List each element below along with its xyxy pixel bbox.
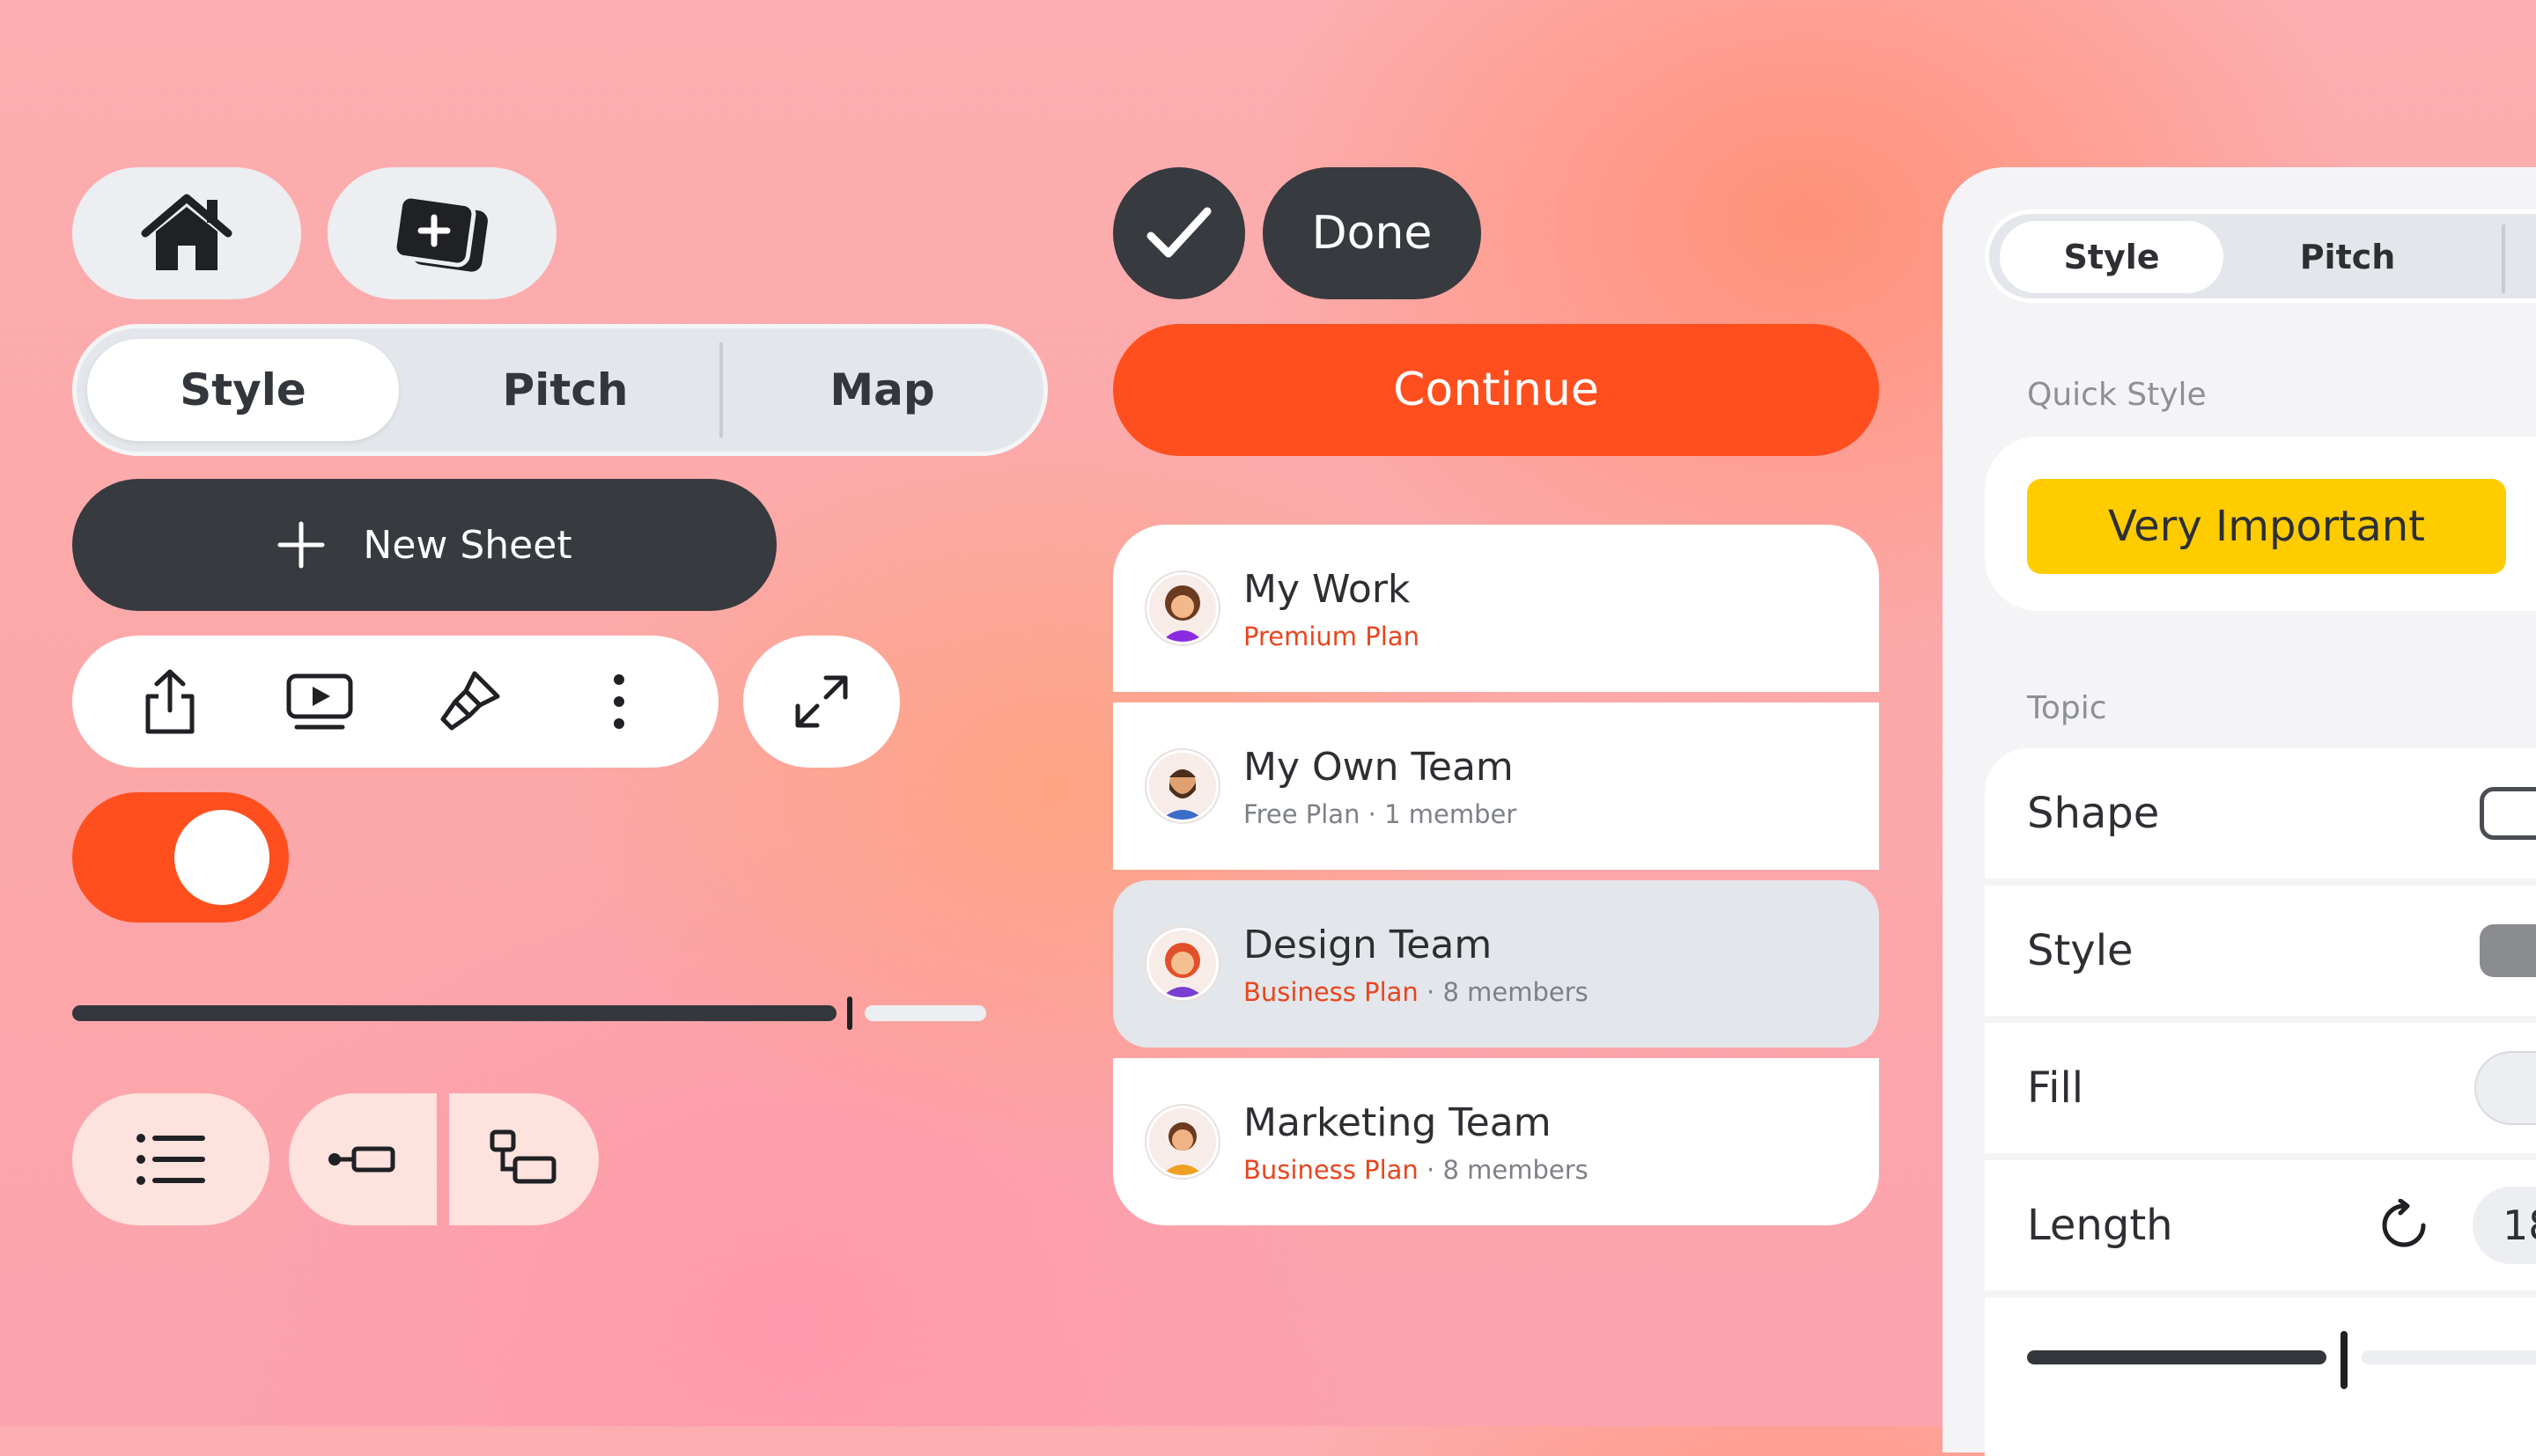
panel-tab-style[interactable]: Style bbox=[2000, 221, 2223, 293]
style-swatch[interactable] bbox=[2480, 924, 2536, 977]
continue-label: Continue bbox=[1393, 364, 1599, 416]
length-slider-row bbox=[1985, 1298, 2536, 1456]
home-button[interactable] bbox=[72, 167, 301, 299]
avatar bbox=[1146, 750, 1219, 822]
team-item-my-work[interactable]: My Work Premium Plan bbox=[1113, 525, 1879, 692]
length-slider-fill bbox=[2027, 1350, 2326, 1364]
list-view-button[interactable] bbox=[72, 1093, 269, 1225]
shape-label: Shape bbox=[2027, 789, 2160, 838]
length-slider-track bbox=[2362, 1350, 2536, 1364]
new-sheet-button[interactable]: New Sheet bbox=[72, 479, 777, 611]
fill-swatch[interactable] bbox=[2474, 1051, 2536, 1125]
team-name: My Own Team bbox=[1243, 745, 1514, 790]
panel-tab-divider bbox=[2502, 224, 2505, 293]
add-sheet-button[interactable] bbox=[328, 167, 557, 299]
tab-map[interactable]: Map bbox=[726, 339, 1038, 441]
brush-icon bbox=[440, 671, 500, 731]
avatar bbox=[1146, 928, 1219, 1000]
slider-track bbox=[865, 1005, 986, 1021]
segment-divider bbox=[719, 342, 723, 438]
done-label: Done bbox=[1311, 207, 1433, 260]
list-icon bbox=[136, 1134, 205, 1185]
slider-thumb[interactable] bbox=[847, 996, 852, 1030]
team-plan: Free Plan · 1 member bbox=[1243, 799, 1517, 829]
very-important-style-button[interactable]: Very Important bbox=[2027, 479, 2506, 574]
home-icon bbox=[141, 194, 232, 270]
avatar bbox=[1146, 572, 1219, 644]
avatar bbox=[1146, 1106, 1219, 1178]
branch-icon bbox=[490, 1129, 557, 1184]
team-name: Marketing Team bbox=[1243, 1100, 1552, 1145]
panel-tabs[interactable]: Style Pitch bbox=[1985, 210, 2536, 303]
quick-style-card: Very Important bbox=[1985, 437, 2536, 611]
expand-icon bbox=[795, 675, 848, 728]
more-button[interactable] bbox=[579, 662, 659, 741]
more-icon bbox=[614, 674, 624, 729]
team-name: Design Team bbox=[1243, 923, 1493, 967]
tab-pitch[interactable]: Pitch bbox=[409, 339, 721, 441]
team-item-my-own-team[interactable]: My Own Team Free Plan · 1 member bbox=[1113, 702, 1879, 870]
expand-button[interactable] bbox=[743, 636, 900, 768]
share-button[interactable] bbox=[130, 662, 210, 741]
style-label: Style bbox=[2027, 926, 2134, 975]
quick-style-label: Quick Style bbox=[2027, 377, 2207, 413]
team-item-marketing-team[interactable]: Marketing Team Business Plan · 8 members bbox=[1113, 1058, 1879, 1225]
length-slider-thumb[interactable] bbox=[2341, 1331, 2348, 1389]
format-painter-button[interactable] bbox=[430, 662, 509, 741]
team-name: My Work bbox=[1243, 567, 1411, 612]
fill-label: Fill bbox=[2027, 1063, 2084, 1113]
toolbar bbox=[72, 636, 719, 768]
plus-icon bbox=[277, 521, 325, 569]
length-value[interactable]: 18 bbox=[2473, 1187, 2536, 1264]
reset-icon[interactable] bbox=[2378, 1199, 2430, 1252]
shape-row[interactable]: Shape bbox=[1985, 748, 2536, 879]
continue-button[interactable]: Continue bbox=[1113, 324, 1879, 456]
style-row[interactable]: Style bbox=[1985, 886, 2536, 1016]
done-button[interactable]: Done bbox=[1263, 167, 1481, 299]
view-segmented-control[interactable]: Style Pitch Map bbox=[72, 324, 1048, 456]
shape-swatch[interactable] bbox=[2480, 787, 2536, 840]
panel-tab-pitch[interactable]: Pitch bbox=[2236, 221, 2459, 293]
connector-icon bbox=[328, 1146, 395, 1173]
length-label: Length bbox=[2027, 1201, 2173, 1250]
toggle-knob bbox=[174, 810, 269, 905]
team-plan: Premium Plan bbox=[1243, 621, 1419, 651]
check-icon bbox=[1146, 207, 1212, 258]
present-icon bbox=[286, 673, 353, 730]
topic-label: Topic bbox=[2027, 690, 2107, 726]
new-sheet-label: New Sheet bbox=[363, 522, 572, 568]
branch-button[interactable] bbox=[449, 1093, 599, 1225]
fill-row[interactable]: Fill bbox=[1985, 1023, 2536, 1153]
format-panel: Style Pitch Quick Style Very Important T… bbox=[1943, 167, 2536, 1456]
share-icon bbox=[145, 669, 195, 734]
connector-button[interactable] bbox=[289, 1093, 437, 1225]
add-sheet-icon bbox=[392, 194, 488, 272]
present-button[interactable] bbox=[280, 662, 359, 741]
progress-slider[interactable] bbox=[72, 996, 986, 1032]
team-plan: Business Plan · 8 members bbox=[1243, 1155, 1589, 1185]
confirm-button[interactable] bbox=[1113, 167, 1245, 299]
tab-style[interactable]: Style bbox=[87, 339, 399, 441]
toggle-switch[interactable] bbox=[72, 792, 289, 923]
team-item-design-team[interactable]: Design Team Business Plan · 8 members bbox=[1113, 880, 1879, 1048]
team-plan: Business Plan · 8 members bbox=[1243, 977, 1589, 1007]
length-row[interactable]: Length 18 bbox=[1985, 1160, 2536, 1291]
slider-fill bbox=[72, 1005, 837, 1021]
